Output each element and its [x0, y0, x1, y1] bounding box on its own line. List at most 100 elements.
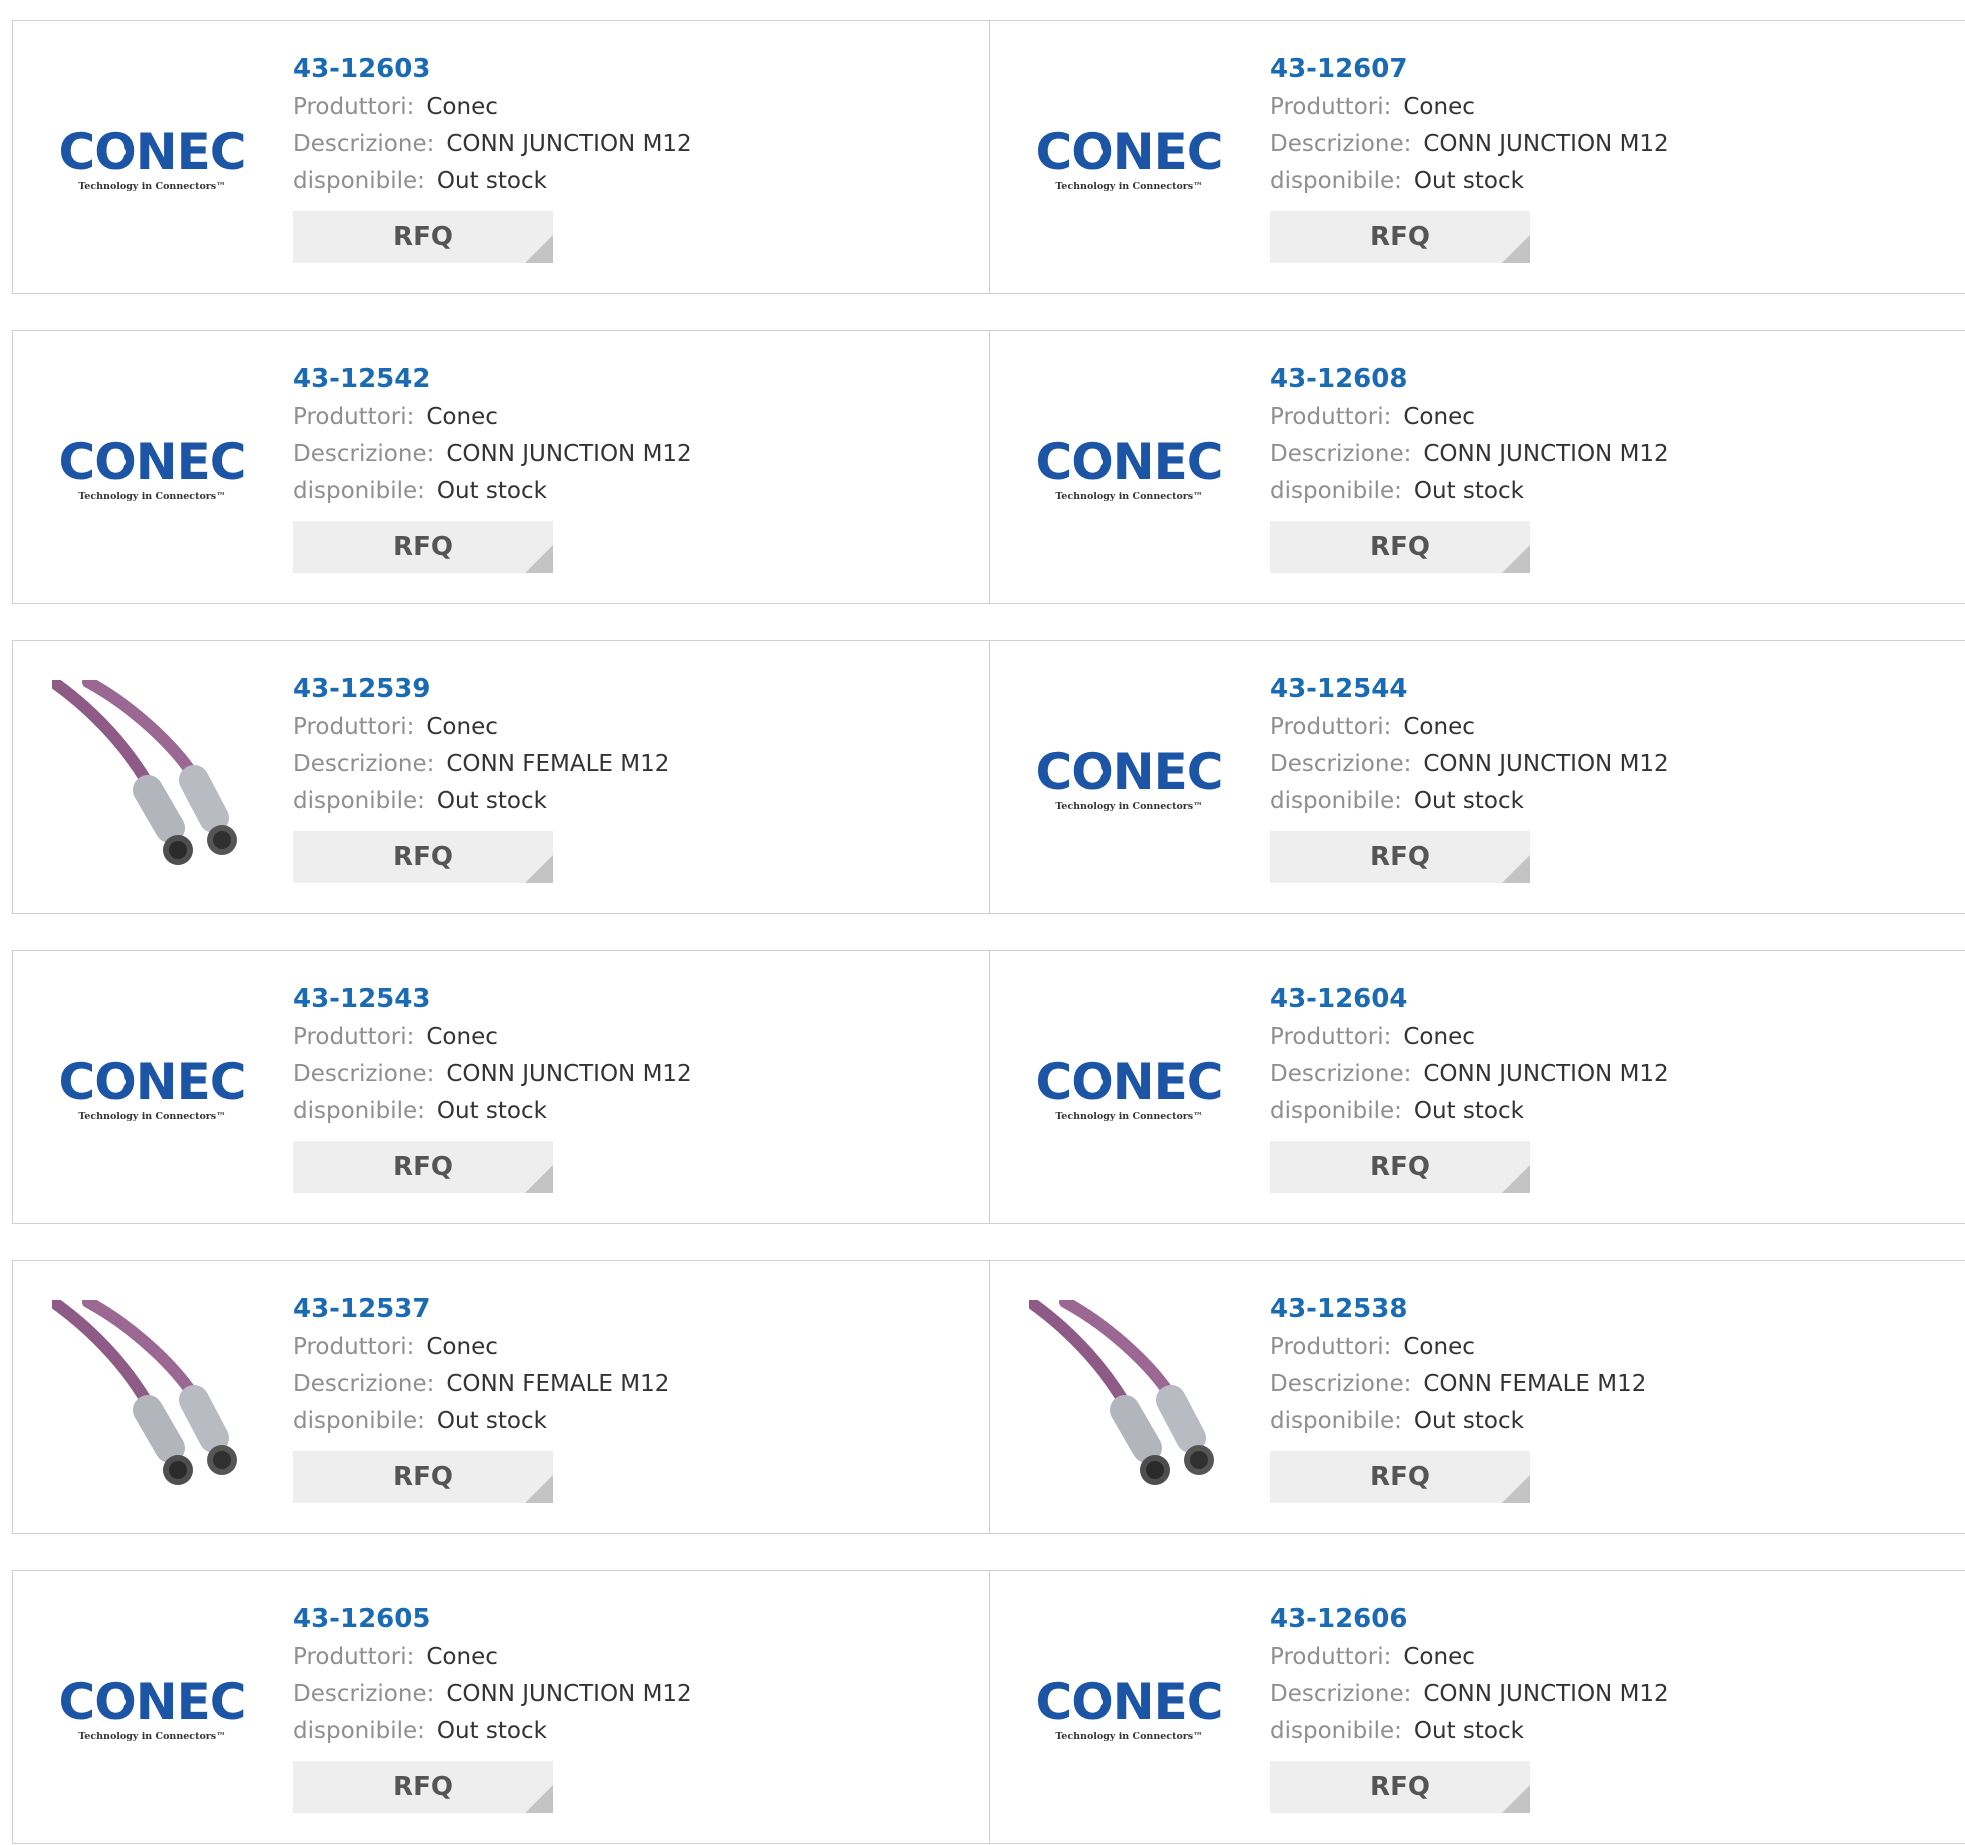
description-label: Descrizione: — [1270, 1371, 1412, 1397]
corner-triangle-icon — [525, 855, 553, 883]
product-row: CONEC Technology in Connectors™ 43-12605… — [12, 1570, 1965, 1844]
product-image[interactable] — [1028, 1299, 1230, 1501]
rfq-button-label: RFQ — [1370, 1462, 1430, 1492]
corner-triangle-icon — [1502, 1475, 1530, 1503]
product-image[interactable]: CONEC Technology in Connectors™ — [1028, 1609, 1230, 1811]
product-image[interactable]: CONEC Technology in Connectors™ — [51, 989, 253, 1191]
logo-brand-text: CONEC — [1036, 1675, 1223, 1731]
conec-logo: CONEC Technology in Connectors™ — [59, 435, 247, 502]
part-number-link[interactable]: 43-12606 — [1270, 1599, 1669, 1639]
availability-label: disponibile: — [1270, 1718, 1402, 1744]
manufacturer-label: Produttori: — [293, 714, 415, 740]
cable-photo — [1029, 1300, 1229, 1500]
description-value: CONN JUNCTION M12 — [446, 441, 692, 467]
logo-tagline: Technology in Connectors™ — [78, 491, 225, 502]
rfq-button[interactable]: RFQ — [1270, 211, 1530, 263]
description-label: Descrizione: — [1270, 131, 1412, 157]
rfq-button[interactable]: RFQ — [1270, 1761, 1530, 1813]
product-card: CONEC Technology in Connectors™ 43-12542… — [12, 330, 990, 604]
rfq-button[interactable]: RFQ — [1270, 1141, 1530, 1193]
description-value: CONN FEMALE M12 — [446, 1371, 670, 1397]
rfq-button[interactable]: RFQ — [293, 831, 553, 883]
part-number-link[interactable]: 43-12538 — [1270, 1289, 1646, 1329]
description-label: Descrizione: — [1270, 1061, 1412, 1087]
manufacturer-row: Produttori: Conec — [1270, 1329, 1646, 1366]
rfq-button[interactable]: RFQ — [1270, 1451, 1530, 1503]
rfq-button[interactable]: RFQ — [293, 1451, 553, 1503]
product-image[interactable]: CONEC Technology in Connectors™ — [1028, 679, 1230, 881]
manufacturer-label: Produttori: — [293, 94, 415, 120]
product-image[interactable]: CONEC Technology in Connectors™ — [1028, 59, 1230, 261]
logo-tagline: Technology in Connectors™ — [1055, 181, 1202, 192]
product-info: 43-12542 Produttori: Conec Descrizione: CO… — [293, 359, 692, 573]
rfq-button-label: RFQ — [393, 532, 453, 562]
product-info: 43-12605 Produttori: Conec Descrizione: CO… — [293, 1599, 692, 1813]
product-info: 43-12537 Produttori: Conec Descrizione: CO… — [293, 1289, 669, 1503]
product-image[interactable]: CONEC Technology in Connectors™ — [51, 1609, 253, 1811]
part-number-link[interactable]: 43-12603 — [293, 49, 692, 89]
manufacturer-value: Conec — [1403, 404, 1475, 430]
description-value: CONN FEMALE M12 — [446, 751, 670, 777]
description-row: Descrizione: CONN JUNCTION M12 — [293, 436, 692, 473]
part-number-link[interactable]: 43-12607 — [1270, 49, 1669, 89]
description-label: Descrizione: — [293, 751, 435, 777]
availability-row: disponibile: Out stock — [1270, 163, 1669, 200]
conec-logo: CONEC Technology in Connectors™ — [59, 1055, 247, 1122]
corner-triangle-icon — [525, 1165, 553, 1193]
rfq-button[interactable]: RFQ — [1270, 521, 1530, 573]
rfq-button[interactable]: RFQ — [1270, 831, 1530, 883]
manufacturer-row: Produttori: Conec — [293, 1329, 669, 1366]
description-value: CONN JUNCTION M12 — [446, 1061, 692, 1087]
part-number-link[interactable]: 43-12543 — [293, 979, 692, 1019]
product-image[interactable] — [51, 1299, 253, 1501]
manufacturer-label: Produttori: — [1270, 1334, 1392, 1360]
part-number-link[interactable]: 43-12604 — [1270, 979, 1669, 1019]
rfq-button[interactable]: RFQ — [293, 211, 553, 263]
description-label: Descrizione: — [293, 1371, 435, 1397]
availability-row: disponibile: Out stock — [1270, 473, 1669, 510]
availability-row: disponibile: Out stock — [1270, 1093, 1669, 1130]
part-number-link[interactable]: 43-12539 — [293, 669, 669, 709]
rfq-button[interactable]: RFQ — [293, 521, 553, 573]
availability-value: Out stock — [1413, 1098, 1524, 1124]
product-info: 43-12607 Produttori: Conec Descrizione: CO… — [1270, 49, 1669, 263]
description-row: Descrizione: CONN FEMALE M12 — [293, 746, 669, 783]
description-value: CONN JUNCTION M12 — [1423, 441, 1669, 467]
rfq-button[interactable]: RFQ — [293, 1141, 553, 1193]
manufacturer-value: Conec — [1403, 714, 1475, 740]
availability-row: disponibile: Out stock — [293, 1713, 692, 1750]
part-number-link[interactable]: 43-12542 — [293, 359, 692, 399]
description-row: Descrizione: CONN JUNCTION M12 — [1270, 1056, 1669, 1093]
rfq-button[interactable]: RFQ — [293, 1761, 553, 1813]
logo-brand-text: CONEC — [1036, 125, 1223, 181]
part-number-link[interactable]: 43-12544 — [1270, 669, 1669, 709]
description-value: CONN JUNCTION M12 — [1423, 131, 1669, 157]
product-image[interactable]: CONEC Technology in Connectors™ — [51, 369, 253, 571]
logo-tagline: Technology in Connectors™ — [78, 181, 225, 192]
manufacturer-label: Produttori: — [1270, 1024, 1392, 1050]
product-row: 43-12537 Produttori: Conec Descrizione: CO… — [12, 1260, 1965, 1534]
description-label: Descrizione: — [293, 441, 435, 467]
availability-label: disponibile: — [1270, 788, 1402, 814]
logo-brand-text: CONEC — [59, 1055, 246, 1111]
logo-tagline: Technology in Connectors™ — [1055, 491, 1202, 502]
availability-row: disponibile: Out stock — [1270, 1713, 1669, 1750]
corner-triangle-icon — [525, 545, 553, 573]
manufacturer-value: Conec — [1403, 94, 1475, 120]
product-row: 43-12539 Produttori: Conec Descrizione: CO… — [12, 640, 1965, 914]
product-card: CONEC Technology in Connectors™ 43-12606… — [989, 1570, 1965, 1844]
logo-tagline: Technology in Connectors™ — [1055, 801, 1202, 812]
manufacturer-row: Produttori: Conec — [293, 89, 692, 126]
part-number-link[interactable]: 43-12608 — [1270, 359, 1669, 399]
product-image[interactable]: CONEC Technology in Connectors™ — [1028, 369, 1230, 571]
product-image[interactable]: CONEC Technology in Connectors™ — [1028, 989, 1230, 1191]
product-image[interactable] — [51, 679, 253, 881]
manufacturer-value: Conec — [426, 404, 498, 430]
part-number-link[interactable]: 43-12537 — [293, 1289, 669, 1329]
description-value: CONN FEMALE M12 — [1423, 1371, 1647, 1397]
availability-row: disponibile: Out stock — [293, 1093, 692, 1130]
corner-triangle-icon — [1502, 1165, 1530, 1193]
logo-brand-text: CONEC — [1036, 745, 1223, 801]
product-image[interactable]: CONEC Technology in Connectors™ — [51, 59, 253, 261]
part-number-link[interactable]: 43-12605 — [293, 1599, 692, 1639]
